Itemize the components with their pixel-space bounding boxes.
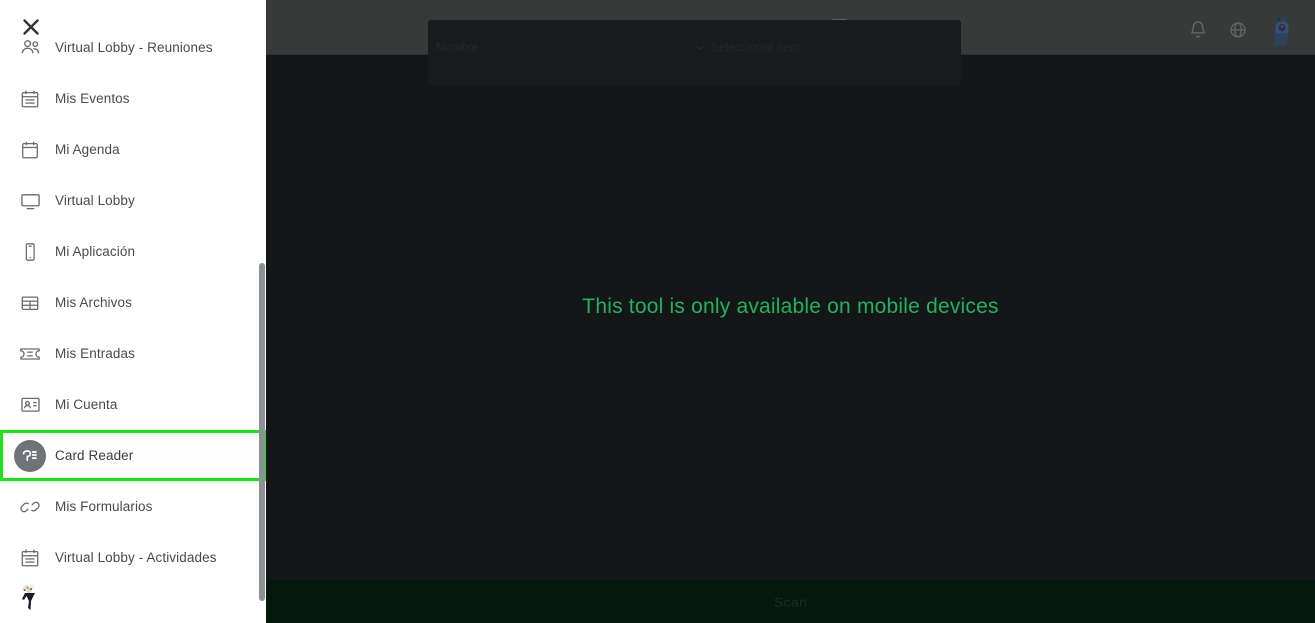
sidebar-item-mi-agenda[interactable]: Mi Agenda bbox=[0, 124, 266, 175]
sidebar-item-card-reader[interactable]: Card Reader bbox=[0, 430, 266, 481]
calendar-grid-icon bbox=[18, 87, 42, 111]
sidebar-item-label: Mis Formularios bbox=[55, 499, 153, 514]
sidebar-item-label: Mi Agenda bbox=[55, 142, 120, 157]
navigation-drawer: Virtual Lobby - Reuniones Mis Eventos Mi… bbox=[0, 0, 266, 623]
bell-icon[interactable] bbox=[1189, 20, 1207, 40]
scan-button-label: Scan bbox=[773, 593, 808, 610]
link-icon bbox=[18, 495, 42, 519]
sidebar-item-label: Mis Archivos bbox=[55, 295, 132, 310]
sidebar-item-virtual-lobby-actividades[interactable]: Virtual Lobby - Actividades bbox=[0, 532, 266, 583]
drawer-nav-list: Virtual Lobby - Reuniones Mis Eventos Mi… bbox=[0, 0, 266, 583]
tool-availability-message: This tool is only available on mobile de… bbox=[582, 295, 999, 318]
calendar-grid-icon bbox=[18, 546, 42, 570]
id-card-icon bbox=[18, 393, 42, 417]
close-icon[interactable] bbox=[21, 17, 41, 37]
sidebar-item-label: Mi Cuenta bbox=[55, 397, 118, 412]
background-form-panel: Nombre Seleccionar item bbox=[428, 20, 961, 86]
background-select-text: Seleccionar item bbox=[711, 40, 800, 54]
background-select-label: Seleccionar item bbox=[696, 40, 800, 54]
scan-button-bar[interactable]: Scan bbox=[266, 580, 1315, 623]
sidebar-item-label: Virtual Lobby - Reuniones bbox=[55, 40, 213, 55]
sidebar-item-mi-cuenta[interactable]: Mi Cuenta bbox=[0, 379, 266, 430]
sidebar-item-label: Mi Aplicación bbox=[55, 244, 136, 259]
globe-icon[interactable] bbox=[1229, 20, 1247, 40]
drawer-scrollbar[interactable] bbox=[259, 263, 265, 601]
sidebar-item-mis-eventos[interactable]: Mis Eventos bbox=[0, 73, 266, 124]
user-avatar[interactable] bbox=[1269, 14, 1295, 46]
table-icon bbox=[18, 291, 42, 315]
ticket-icon bbox=[18, 342, 42, 366]
main-content-area: Noticias bbox=[266, 0, 1315, 623]
sidebar-item-mis-formularios[interactable]: Mis Formularios bbox=[0, 481, 266, 532]
sidebar-item-label: Mis Entradas bbox=[55, 346, 135, 361]
sidebar-item-label: Virtual Lobby - Actividades bbox=[55, 550, 217, 565]
monitor-icon bbox=[18, 189, 42, 213]
mobile-icon bbox=[18, 240, 42, 264]
sidebar-item-mis-archivos[interactable]: Mis Archivos bbox=[0, 277, 266, 328]
topbar-actions bbox=[1189, 14, 1295, 46]
app-root: Noticias bbox=[0, 0, 1315, 623]
sidebar-item-mis-entradas[interactable]: Mis Entradas bbox=[0, 328, 266, 379]
sidebar-item-label: Card Reader bbox=[55, 448, 134, 463]
sidebar-item-mi-aplicacion[interactable]: Mi Aplicación bbox=[0, 226, 266, 277]
card-reader-icon bbox=[14, 439, 46, 472]
sidebar-item-label: Virtual Lobby bbox=[55, 193, 135, 208]
sidebar-item-virtual-lobby[interactable]: Virtual Lobby bbox=[0, 175, 266, 226]
people-icon bbox=[18, 36, 42, 60]
sidebar-item-label: Mis Eventos bbox=[55, 91, 130, 106]
mascot-icon bbox=[18, 581, 42, 611]
background-field-label: Nombre bbox=[436, 40, 479, 54]
calendar-icon bbox=[18, 138, 42, 162]
